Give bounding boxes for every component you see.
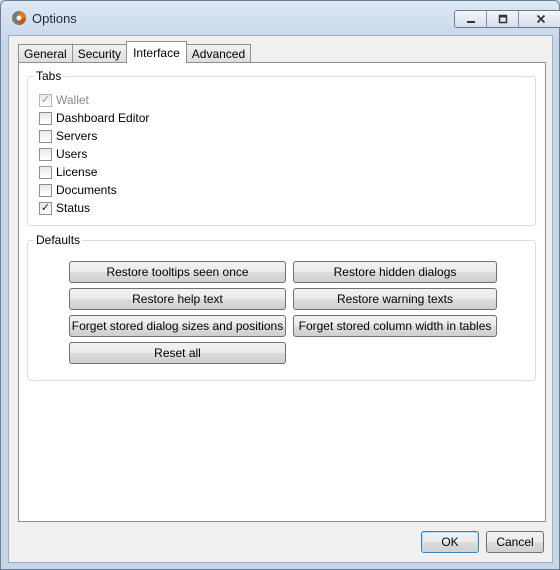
button-label: Restore warning texts xyxy=(336,292,454,306)
defaults-group-label: Defaults xyxy=(34,233,83,247)
button-label: Restore hidden dialogs xyxy=(333,265,457,279)
button-label: Forget stored column width in tables xyxy=(298,319,492,333)
tab-strip: General Security Interface Advanced xyxy=(18,41,252,63)
checkbox-users-box[interactable] xyxy=(39,147,52,161)
checkbox-label: License xyxy=(56,165,98,179)
button-label: OK xyxy=(441,535,459,549)
title-bar[interactable]: Options xyxy=(1,1,560,35)
tab-advanced[interactable]: Advanced xyxy=(185,44,252,63)
button-label: Cancel xyxy=(496,535,534,549)
tabs-group-label: Tabs xyxy=(34,69,64,83)
checkbox-documents[interactable]: Documents xyxy=(39,182,117,198)
checkbox-users[interactable]: Users xyxy=(39,146,87,162)
checkbox-wallet[interactable]: ✓ Wallet xyxy=(39,92,89,108)
restore-help-text-button[interactable]: Restore help text xyxy=(69,288,286,310)
tab-interface[interactable]: Interface xyxy=(126,41,187,63)
window-controls xyxy=(454,10,560,28)
checkbox-label: Servers xyxy=(56,129,98,143)
tab-general[interactable]: General xyxy=(18,44,73,63)
tab-security[interactable]: Security xyxy=(71,44,128,63)
restore-tooltips-button[interactable]: Restore tooltips seen once xyxy=(69,261,286,283)
app-logo-icon xyxy=(11,10,27,26)
restore-warning-texts-button[interactable]: Restore warning texts xyxy=(293,288,497,310)
checkbox-dashboard-editor-box[interactable] xyxy=(39,111,52,125)
checkbox-label: Users xyxy=(56,147,88,161)
checkbox-wallet-box[interactable]: ✓ xyxy=(39,93,52,107)
window-title: Options xyxy=(32,11,77,26)
tab-label: General xyxy=(24,47,67,61)
button-label: Restore help text xyxy=(132,292,223,306)
forget-dialog-sizes-button[interactable]: Forget stored dialog sizes and positions xyxy=(69,315,286,337)
button-label: Forget stored dialog sizes and positions xyxy=(71,319,284,333)
options-window: Options General Security Interface Advan… xyxy=(0,0,560,570)
reset-all-button[interactable]: Reset all xyxy=(69,342,286,364)
minimize-icon[interactable] xyxy=(455,11,487,27)
checkbox-status[interactable]: ✓ Status xyxy=(39,200,90,216)
button-label: Restore tooltips seen once xyxy=(106,265,249,279)
tab-label: Security xyxy=(77,47,122,61)
checkbox-label: Status xyxy=(56,201,91,215)
checkbox-status-box[interactable]: ✓ xyxy=(39,201,52,215)
restore-icon[interactable] xyxy=(487,11,519,27)
dialog-client: General Security Interface Advanced Tabs… xyxy=(8,35,553,563)
button-label: Reset all xyxy=(154,346,201,360)
checkbox-license-box[interactable] xyxy=(39,165,52,179)
defaults-group: Defaults Restore tooltips seen once Rest… xyxy=(27,233,536,381)
cancel-button[interactable]: Cancel xyxy=(486,531,544,553)
tab-label: Interface xyxy=(133,45,180,60)
interface-panel: Tabs ✓ Wallet Dashboard Editor Servers U… xyxy=(18,62,546,522)
checkbox-documents-box[interactable] xyxy=(39,183,52,197)
tab-label: Advanced xyxy=(191,47,246,61)
checkbox-license[interactable]: License xyxy=(39,164,97,180)
ok-button[interactable]: OK xyxy=(421,531,479,553)
checkbox-servers[interactable]: Servers xyxy=(39,128,97,144)
restore-hidden-dialogs-button[interactable]: Restore hidden dialogs xyxy=(293,261,497,283)
checkbox-label: Dashboard Editor xyxy=(56,111,150,125)
checkbox-label: Documents xyxy=(56,183,117,197)
tabs-group: Tabs ✓ Wallet Dashboard Editor Servers U… xyxy=(27,69,536,226)
checkbox-label: Wallet xyxy=(56,93,89,107)
forget-column-width-button[interactable]: Forget stored column width in tables xyxy=(293,315,497,337)
checkbox-dashboard-editor[interactable]: Dashboard Editor xyxy=(39,110,149,126)
close-icon[interactable] xyxy=(519,11,560,27)
checkbox-servers-box[interactable] xyxy=(39,129,52,143)
